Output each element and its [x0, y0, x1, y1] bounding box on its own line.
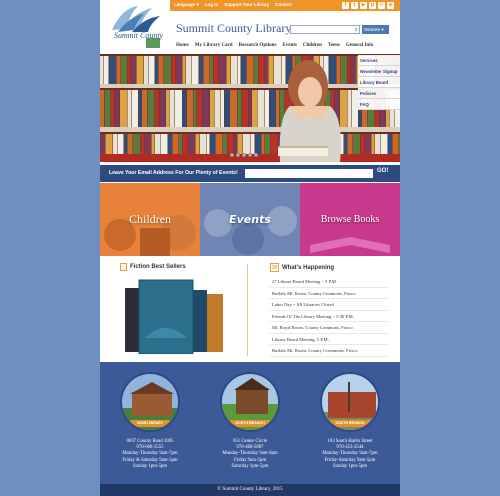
main-nav: Home My Library Card Research Options Ev…	[176, 43, 373, 48]
go-button[interactable]: GO!	[377, 168, 388, 174]
events-title[interactable]: What's Happening	[282, 265, 334, 271]
email-field[interactable]	[245, 169, 373, 178]
header: Summit County Language ▾ Log In Support …	[100, 0, 400, 54]
north-branch-photo[interactable]: NORTH BRANCH	[220, 372, 280, 432]
carousel-dot[interactable]	[254, 153, 258, 157]
search-icon[interactable]: ⌕	[355, 26, 358, 33]
events-heading: 30 What's Happening	[270, 263, 334, 272]
side-menu-policies[interactable]: Policies	[358, 88, 400, 99]
page: Summit County Language ▾ Log In Support …	[100, 0, 400, 496]
branch-hours: Sunday 1pm-5pm	[332, 463, 368, 469]
social-links: f t ▶ p ✉ ◉	[342, 2, 394, 9]
side-menu-library-board[interactable]: Library Board	[358, 77, 400, 88]
email-signup-label: Leave Your Email Address For Our Plenty …	[109, 170, 238, 176]
reading-woman-image	[278, 60, 341, 162]
event-item[interactable]: Buffalo Mt. Room, County Commons, Frisco	[270, 288, 388, 299]
hero-banner: Services Newsletter Signup Library Board…	[100, 54, 400, 162]
side-menu-newsletter[interactable]: Newsletter Signup	[358, 66, 400, 77]
main-library-photo[interactable]: MAIN LIBRARY	[120, 372, 180, 432]
top-bar: Language ▾ Log In Support Your Library C…	[170, 0, 400, 11]
south-branch-photo[interactable]: SOUTH BRANCH	[320, 372, 380, 432]
carousel-dot[interactable]	[236, 153, 240, 157]
fiction-title[interactable]: Fiction Best Sellers	[130, 264, 186, 270]
bookshelf-image	[100, 54, 400, 162]
branch-info: 651 Center Circle 970-468-5887 Monday-Th…	[210, 439, 290, 470]
twitter-icon[interactable]: t	[351, 2, 358, 9]
bestseller-books-image[interactable]	[125, 278, 225, 354]
support-link[interactable]: Support Your Library	[224, 2, 269, 8]
event-item[interactable]: Buffalo Mt. Room, County Ccommons, Frisc…	[270, 345, 388, 357]
branch-south: SOUTH BRANCH 103 South Harris Street 970…	[310, 372, 390, 470]
event-item[interactable]: 27 Library Board Meeting ~ 5 P.M.	[270, 276, 388, 288]
email-icon[interactable]: ✉	[378, 2, 385, 9]
contact-link[interactable]: Contact	[275, 2, 292, 8]
language-link[interactable]: Language ▾	[174, 2, 199, 8]
branch-info: 103 South Harris Street 970-453-3544 Mon…	[310, 439, 390, 470]
nav-children[interactable]: Children	[303, 43, 322, 48]
branch-main: MAIN LIBRARY 0037 County Road 1005 970-6…	[110, 372, 190, 470]
nav-general-info[interactable]: General Info	[346, 43, 373, 48]
carousel-dot[interactable]	[230, 153, 234, 157]
search-input[interactable]: ⌕	[290, 25, 360, 34]
browse-books-tile[interactable]: Browse Books	[300, 183, 400, 256]
events-list: 27 Library Board Meeting ~ 5 P.M. Buffal…	[270, 276, 388, 357]
facebook-icon[interactable]: f	[342, 2, 349, 9]
nav-home[interactable]: Home	[176, 43, 189, 48]
branch-north: NORTH BRANCH 651 Center Circle 970-468-5…	[210, 372, 290, 470]
pinterest-icon[interactable]: p	[369, 2, 376, 9]
content-section: Fiction Best Sellers 30 What's Happening…	[100, 256, 400, 362]
footer-copyright: © Summit County Library, 2015	[100, 484, 400, 496]
nav-teens[interactable]: Teens	[328, 43, 340, 48]
carousel-dots	[230, 153, 258, 157]
nav-research-options[interactable]: Research Options	[239, 43, 277, 48]
side-menu-services[interactable]: Services	[358, 55, 400, 66]
events-label: Events	[229, 213, 271, 226]
event-item[interactable]: Friends Of The Library Meeting ~ 5:30 P.…	[270, 311, 388, 322]
children-tile[interactable]: Children	[100, 183, 200, 256]
carousel-dot[interactable]	[242, 153, 246, 157]
event-item[interactable]: Library Board Meeting, 5 P.M.,	[270, 334, 388, 345]
browse-books-label: Browse Books	[320, 214, 380, 225]
site-logo[interactable]: Summit County	[108, 2, 166, 50]
mountain-logo-icon	[112, 6, 160, 48]
nav-events[interactable]: Events	[282, 43, 296, 48]
side-menu: Services Newsletter Signup Library Board…	[358, 55, 400, 110]
website-select[interactable]: Website ▾	[362, 25, 389, 34]
rss-icon[interactable]: ◉	[387, 2, 394, 9]
youtube-icon[interactable]: ▶	[360, 2, 367, 9]
calendar-icon: 30	[270, 263, 279, 272]
nav-my-library-card[interactable]: My Library Card	[195, 43, 233, 48]
branch-hours: Saturday 1pm-5pm	[231, 463, 269, 469]
branch-hours: Sunday 1pm-5pm	[132, 463, 168, 469]
branch-badge: SOUTH BRANCH	[330, 420, 370, 427]
event-item[interactable]: Mt. Royal Room, County Commons, Frisco	[270, 322, 388, 334]
feature-tiles: Children Events Browse Books	[100, 183, 400, 256]
branches-section: MAIN LIBRARY 0037 County Road 1005 970-6…	[100, 362, 400, 484]
branch-info: 0037 County Road 1005 970-668-5555 Monda…	[110, 439, 190, 470]
branch-badge: NORTH BRANCH	[230, 420, 270, 427]
login-link[interactable]: Log In	[205, 2, 219, 8]
logo-text: Summit County	[114, 31, 164, 40]
event-item[interactable]: Labor Day ~ All Libraries Closed	[270, 299, 388, 311]
section-divider	[247, 264, 248, 356]
branch-badge: MAIN LIBRARY	[130, 420, 170, 427]
top-links: Language ▾ Log In Support Your Library C…	[174, 2, 292, 8]
email-signup-bar: Leave Your Email Address For Our Plenty …	[100, 165, 400, 182]
side-menu-faq[interactable]: FAQ	[358, 99, 400, 110]
site-title[interactable]: Summit County Library	[176, 21, 291, 36]
events-tile[interactable]: Events	[200, 183, 300, 256]
book-icon	[120, 263, 127, 271]
fiction-heading: Fiction Best Sellers	[120, 263, 186, 271]
carousel-dot[interactable]	[248, 153, 252, 157]
children-label: Children	[129, 212, 171, 226]
